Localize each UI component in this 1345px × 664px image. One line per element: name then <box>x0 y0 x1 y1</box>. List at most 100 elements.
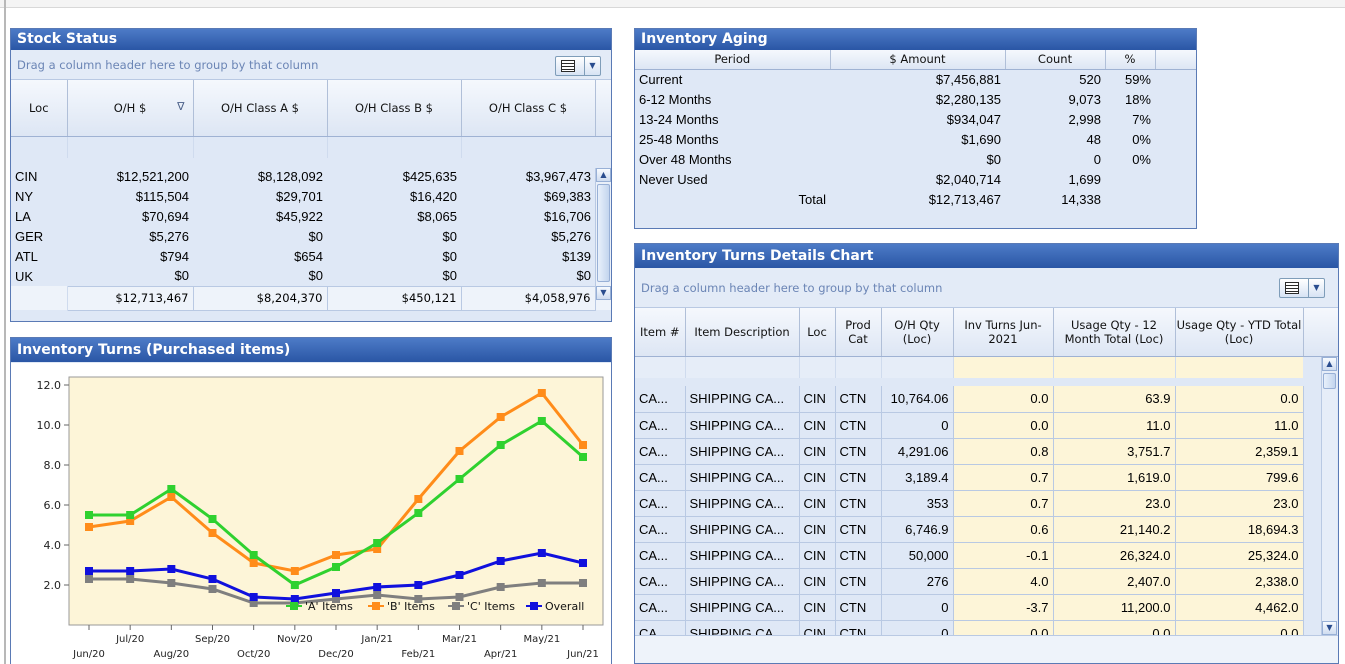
table-row[interactable]: CIN $12,521,200 $8,128,092 $425,635 $3,967,4… <box>11 166 611 186</box>
data-point[interactable] <box>208 515 217 523</box>
data-point[interactable] <box>579 441 587 449</box>
filter-cell[interactable] <box>881 356 954 378</box>
data-point[interactable] <box>290 567 299 575</box>
table-row[interactable]: GER $5,276 $0 $0 $5,276 <box>11 226 611 246</box>
data-point[interactable] <box>126 567 135 575</box>
aging-row[interactable]: 6-12 Months $2,280,135 9,073 18% <box>635 89 1196 109</box>
scroll-thumb[interactable] <box>597 184 610 282</box>
col-header-class-c[interactable]: O/H Class C $ <box>461 80 596 137</box>
stock-vertical-scrollbar[interactable]: ▲ ▼ <box>595 168 611 300</box>
details-filter-row[interactable] <box>635 356 1338 378</box>
data-point[interactable] <box>249 551 258 559</box>
data-point[interactable] <box>85 567 93 575</box>
details-group-by-area[interactable]: Drag a column header here to group by th… <box>635 268 1338 308</box>
data-point[interactable] <box>579 453 587 461</box>
data-point[interactable] <box>332 563 340 571</box>
data-point[interactable] <box>373 583 382 591</box>
data-point[interactable] <box>290 581 299 589</box>
data-point[interactable] <box>579 559 587 567</box>
filter-cell[interactable] <box>327 136 462 158</box>
table-row[interactable]: CA... SHIPPING CA... CIN CTN 3,189.4 0.7 1,619… <box>635 464 1338 491</box>
data-point[interactable] <box>414 509 423 517</box>
data-point[interactable] <box>579 579 587 587</box>
data-point[interactable] <box>455 447 464 455</box>
filter-cell[interactable] <box>799 356 836 378</box>
table-row[interactable]: UK $0 $0 $0 $0 <box>11 266 611 286</box>
left-splitter[interactable] <box>4 0 6 664</box>
data-point[interactable] <box>208 529 217 537</box>
details-col-prodcat[interactable]: Prod Cat <box>835 308 882 357</box>
data-point[interactable] <box>126 511 135 519</box>
data-point[interactable] <box>249 559 258 567</box>
data-point[interactable] <box>332 589 340 597</box>
data-point[interactable] <box>537 579 546 587</box>
scroll-thumb[interactable] <box>1323 373 1336 389</box>
data-point[interactable] <box>208 585 217 593</box>
filter-cell[interactable] <box>193 136 328 158</box>
aging-col-period[interactable]: Period <box>635 50 831 70</box>
data-point[interactable] <box>85 575 93 583</box>
aging-row[interactable]: Current $7,456,881 520 59% <box>635 69 1196 89</box>
data-point[interactable] <box>537 549 546 557</box>
column-chooser-button[interactable]: ▼ <box>555 56 601 76</box>
filter-cell[interactable] <box>953 356 1054 378</box>
filter-cell[interactable] <box>461 136 595 158</box>
data-point[interactable] <box>249 593 258 601</box>
filter-cell[interactable] <box>635 356 686 378</box>
data-point[interactable] <box>537 389 546 397</box>
data-point[interactable] <box>167 485 176 493</box>
details-col-usageytd[interactable]: Usage Qty - YTD Total (Loc) <box>1175 308 1304 357</box>
data-point[interactable] <box>167 579 176 587</box>
data-point[interactable] <box>126 575 135 583</box>
scroll-down-icon[interactable]: ▼ <box>1322 621 1337 635</box>
filter-cell[interactable] <box>11 136 68 158</box>
details-col-ohqty[interactable]: O/H Qty (Loc) <box>881 308 954 357</box>
data-point[interactable] <box>496 583 505 591</box>
aging-row[interactable]: 25-48 Months $1,690 48 0% <box>635 129 1196 149</box>
table-row[interactable]: LA $70,694 $45,922 $8,065 $16,706 <box>11 206 611 226</box>
group-by-area[interactable]: Drag a column header here to group by th… <box>11 50 611 80</box>
col-header-loc[interactable]: Loc <box>11 80 68 137</box>
filter-cell[interactable] <box>1053 356 1176 378</box>
aging-col-amount[interactable]: $ Amount <box>830 50 1006 70</box>
data-point[interactable] <box>332 551 340 559</box>
details-col-invturns[interactable]: Inv Turns Jun-2021 <box>953 308 1054 357</box>
data-point[interactable] <box>208 575 217 583</box>
details-col-loc[interactable]: Loc <box>799 308 836 357</box>
data-point[interactable] <box>414 581 423 589</box>
details-col-usage12[interactable]: Usage Qty - 12 Month Total (Loc) <box>1053 308 1176 357</box>
data-point[interactable] <box>167 565 176 573</box>
data-point[interactable] <box>85 523 93 531</box>
table-row[interactable]: CA... SHIPPING CA... CIN CTN 0 -3.7 11,200.0 4,… <box>635 594 1338 621</box>
aging-row[interactable]: Never Used $2,040,714 1,699 <box>635 169 1196 189</box>
table-row[interactable]: CA... SHIPPING CA... CIN CTN 276 4.0 2,407.0 2,… <box>635 568 1338 595</box>
scroll-down-icon[interactable]: ▼ <box>596 286 611 300</box>
scroll-up-icon[interactable]: ▲ <box>596 168 611 182</box>
col-header-oh[interactable]: O/H $ ∇ <box>67 80 194 137</box>
aging-row[interactable]: Over 48 Months $0 0 0% <box>635 149 1196 169</box>
details-column-chooser-button[interactable]: ▼ <box>1279 278 1325 298</box>
filter-cell[interactable] <box>1175 356 1303 378</box>
table-row[interactable]: CA... SHIPPING CA... CIN CTN 353 0.7 23.0 23.0 <box>635 490 1338 517</box>
data-point[interactable] <box>414 495 423 503</box>
aging-col-percent[interactable]: % <box>1105 50 1156 70</box>
details-col-item[interactable]: Item # <box>635 308 686 357</box>
filter-cell[interactable] <box>685 356 800 378</box>
data-point[interactable] <box>537 417 546 425</box>
scroll-up-icon[interactable]: ▲ <box>1322 357 1337 371</box>
table-row[interactable]: CA... SHIPPING CA... CIN CTN 0 0.0 11.0 11.0 <box>635 412 1338 439</box>
data-point[interactable] <box>455 475 464 483</box>
data-point[interactable] <box>373 539 382 547</box>
details-vertical-scrollbar[interactable]: ▲ ▼ <box>1321 357 1337 635</box>
data-point[interactable] <box>290 595 299 603</box>
data-point[interactable] <box>373 591 382 599</box>
table-row[interactable]: NY $115,504 $29,701 $16,420 $69,383 <box>11 186 611 206</box>
filter-cell[interactable] <box>835 356 882 378</box>
filter-row[interactable] <box>11 136 611 158</box>
sort-descending-icon[interactable]: ∇ <box>177 100 184 113</box>
aging-row[interactable]: 13-24 Months $934,047 2,998 7% <box>635 109 1196 129</box>
table-row[interactable]: CA... SHIPPING CA... CIN CTN 6,746.9 0.6 21,14… <box>635 516 1338 543</box>
table-row[interactable]: CA... SHIPPING CA... CIN CTN 50,000 -0.1 26,32… <box>635 542 1338 569</box>
data-point[interactable] <box>496 441 505 449</box>
table-row[interactable]: CA... SHIPPING CA... CIN CTN 10,764.06 0.0 63.… <box>635 386 1338 413</box>
